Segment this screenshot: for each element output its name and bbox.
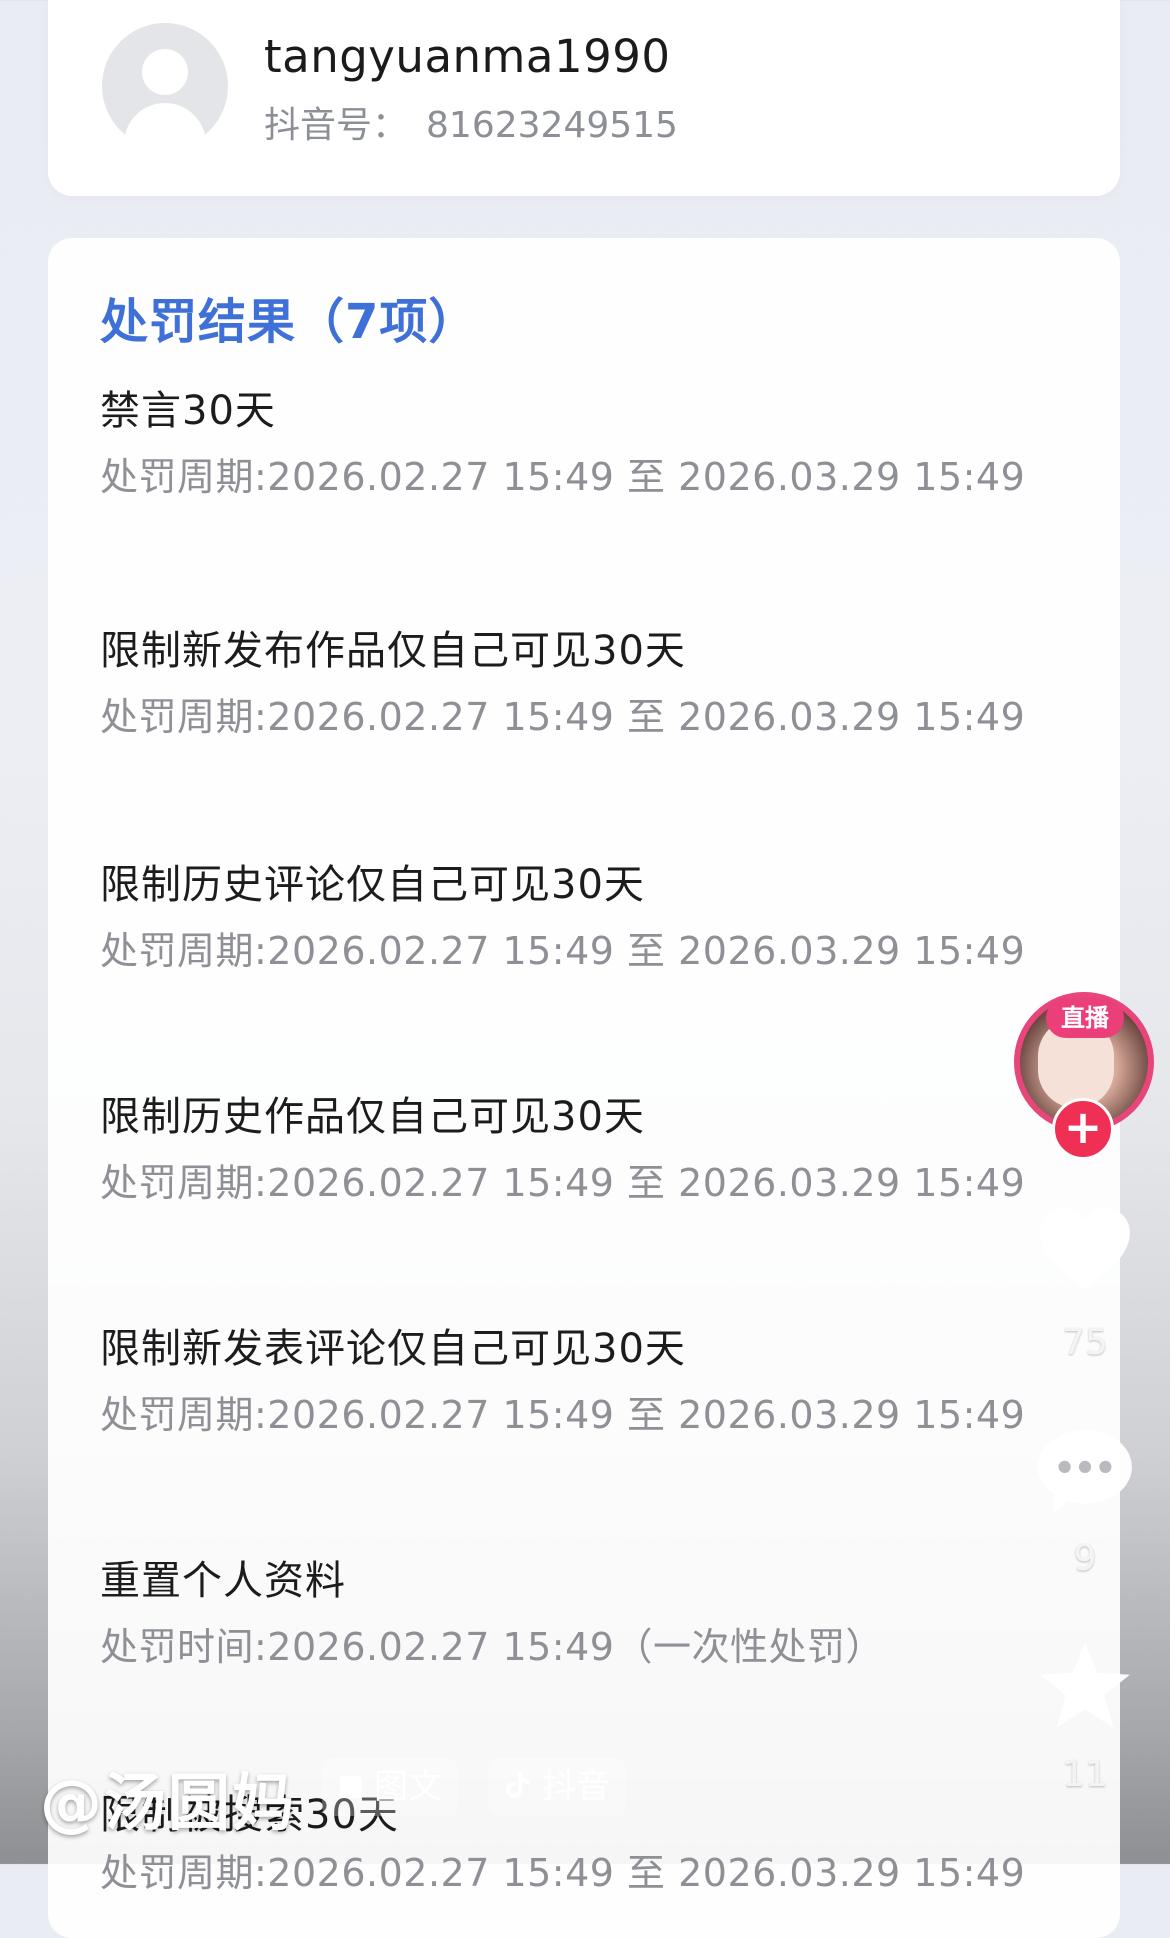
- star-icon[interactable]: [1034, 1636, 1136, 1738]
- avatar-placeholder-body: [124, 103, 206, 149]
- douyin-id-label: 抖音号：: [264, 105, 409, 146]
- penalty-item-title: 限制历史评论仅自己可见30天: [100, 862, 645, 908]
- like-count: 75: [1062, 1322, 1108, 1363]
- watermark-chip-type-label: 图文: [374, 1767, 442, 1807]
- watermark-chip-app: 抖音: [488, 1758, 626, 1816]
- douyin-id: 抖音号： 81623249515: [264, 96, 678, 148]
- heart-icon[interactable]: [1034, 1200, 1136, 1302]
- follow-button[interactable]: +: [1052, 1098, 1114, 1160]
- penalty-item-period: 处罚周期:2026.02.27 15:49 至 2026.03.29 15:49: [100, 695, 1026, 739]
- live-badge: 直播: [1046, 998, 1124, 1038]
- image-text-icon: [338, 1760, 364, 1818]
- penalty-item-period: 处罚周期:2026.02.27 15:49 至 2026.03.29 15:49: [100, 929, 1026, 973]
- penalty-item-title: 禁言30天: [100, 388, 276, 434]
- penalty-item-title: 重置个人资料: [100, 1558, 346, 1604]
- penalty-item-period: 处罚周期:2026.02.27 15:49 至 2026.03.29 15:49: [100, 1393, 1026, 1437]
- penalty-item-period: 处罚时间:2026.02.27 15:49（一次性处罚）: [100, 1625, 884, 1669]
- avatar: [102, 23, 228, 149]
- penalty-item-period: 处罚周期:2026.02.27 15:49 至 2026.03.29 15:49: [100, 455, 1026, 499]
- watermark-chip-app-label: 抖音: [542, 1767, 610, 1807]
- penalty-item-period: 处罚周期:2026.02.27 15:49 至 2026.03.29 15:49: [100, 1161, 1026, 1205]
- watermark-chip-type: 图文: [322, 1758, 458, 1816]
- douyin-id-value: 81623249515: [426, 105, 678, 146]
- favorite-count: 11: [1062, 1754, 1108, 1795]
- penalty-item-period: 处罚周期:2026.02.27 15:49 至 2026.03.29 15:49: [100, 1851, 1026, 1895]
- douyin-icon: [504, 1760, 532, 1818]
- penalty-item-title: 限制历史作品仅自己可见30天: [100, 1094, 645, 1140]
- comment-icon[interactable]: [1034, 1420, 1136, 1522]
- avatar-placeholder-icon: [142, 49, 188, 95]
- comment-count: 9: [1073, 1538, 1097, 1579]
- penalty-item-title: 限制新发布作品仅自己可见30天: [100, 628, 686, 674]
- username: tangyuanma1990: [264, 30, 671, 83]
- penalty-section-title: 处罚结果（7项）: [100, 294, 478, 350]
- penalty-item-title: 限制新发表评论仅自己可见30天: [100, 1326, 686, 1372]
- watermark-handle: @汤圆妈: [40, 1766, 297, 1839]
